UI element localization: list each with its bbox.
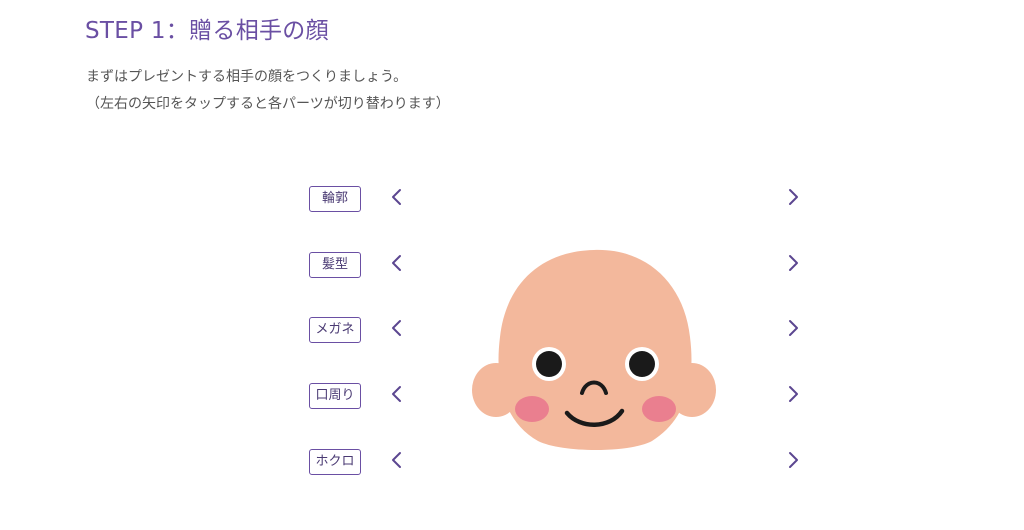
intro-text: まずはプレゼントする相手の顔をつくりましょう。 （左右の矢印をタップすると各パー…: [86, 64, 450, 118]
part-label-hairstyle: 髪型: [309, 252, 361, 278]
chevron-left-icon: [392, 320, 401, 336]
hairstyle-prev-button[interactable]: [384, 250, 410, 278]
chevron-right-icon: [789, 189, 798, 205]
chevron-left-icon: [392, 255, 401, 271]
chevron-right-icon: [789, 320, 798, 336]
intro-line-1: まずはプレゼントする相手の顔をつくりましょう。: [86, 69, 408, 85]
glasses-next-button[interactable]: [780, 315, 806, 343]
chevron-left-icon: [392, 452, 401, 468]
mouth-prev-button[interactable]: [384, 381, 410, 409]
step-title: STEP 1：贈る相手の顔: [85, 18, 329, 44]
face-illustration: [472, 249, 716, 450]
left-cheek: [515, 396, 549, 422]
part-row-outline: 輪郭: [0, 186, 1024, 216]
part-label-outline: 輪郭: [309, 186, 361, 212]
face-builder-page: STEP 1：贈る相手の顔 まずはプレゼントする相手の顔をつくりましょう。 （左…: [0, 0, 1024, 530]
left-eye: [536, 351, 562, 377]
outline-next-button[interactable]: [780, 184, 806, 212]
part-label-mouth: 口周り: [309, 383, 361, 409]
chevron-left-icon: [392, 189, 401, 205]
chevron-right-icon: [789, 386, 798, 402]
mole-next-button[interactable]: [780, 447, 806, 475]
face-preview: [470, 245, 720, 455]
outline-prev-button[interactable]: [384, 184, 410, 212]
chevron-left-icon: [392, 386, 401, 402]
mouth-next-button[interactable]: [780, 381, 806, 409]
right-eye: [629, 351, 655, 377]
intro-line-2: （左右の矢印をタップすると各パーツが切り替わります）: [86, 96, 450, 112]
chevron-right-icon: [789, 255, 798, 271]
part-label-glasses: メガネ: [309, 317, 361, 343]
hairstyle-next-button[interactable]: [780, 250, 806, 278]
mole-prev-button[interactable]: [384, 447, 410, 475]
part-label-mole: ホクロ: [309, 449, 361, 475]
glasses-prev-button[interactable]: [384, 315, 410, 343]
right-cheek: [642, 396, 676, 422]
chevron-right-icon: [789, 452, 798, 468]
